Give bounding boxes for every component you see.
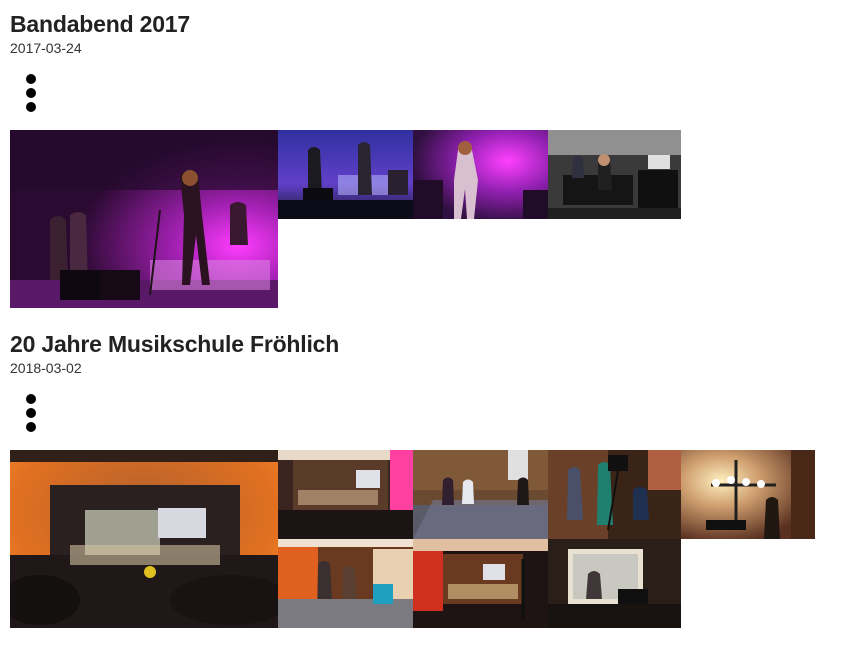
menu-dot: [26, 394, 36, 404]
concert-photo-image: [548, 130, 681, 219]
concert-photo-image: [413, 539, 548, 628]
menu-dot: [26, 422, 36, 432]
photo-thumbnail[interactable]: [413, 539, 548, 628]
concert-photo-image: [10, 450, 278, 628]
concert-photo-image: [413, 450, 548, 539]
album-title: 20 Jahre Musikschule Fröhlich: [10, 331, 340, 357]
more-vert-icon[interactable]: [19, 73, 43, 113]
concert-photo-image: [681, 450, 815, 539]
album-date: 2017-03-24: [10, 40, 82, 56]
menu-dot: [26, 74, 36, 84]
concert-photo-image: [10, 130, 278, 308]
concert-photo-image: [278, 539, 413, 628]
album-title: Bandabend 2017: [10, 11, 190, 37]
album-header: Bandabend 2017 2017-03-24: [10, 10, 190, 56]
more-vert-icon[interactable]: [19, 393, 43, 433]
photo-thumbnail[interactable]: [278, 130, 413, 219]
concert-photo-image: [278, 130, 413, 219]
photo-thumbnail[interactable]: [548, 130, 681, 219]
menu-dot: [26, 102, 36, 112]
photo-thumbnail[interactable]: [10, 130, 278, 308]
album-header: 20 Jahre Musikschule Fröhlich 2018-03-02: [10, 330, 339, 376]
photo-thumbnail[interactable]: [413, 130, 548, 219]
concert-photo-image: [278, 450, 413, 539]
photo-thumbnail[interactable]: [413, 450, 548, 539]
photo-thumbnail[interactable]: [548, 539, 681, 628]
photo-thumbnail[interactable]: [278, 539, 413, 628]
photo-thumbnail[interactable]: [681, 450, 815, 539]
photo-thumbnail[interactable]: [548, 450, 681, 539]
photo-thumbnail[interactable]: [10, 450, 278, 628]
album-date: 2018-03-02: [10, 360, 82, 376]
menu-dot: [26, 408, 36, 418]
photo-thumbnail[interactable]: [278, 450, 413, 539]
concert-photo-image: [548, 450, 681, 539]
menu-dot: [26, 88, 36, 98]
concert-photo-image: [413, 130, 548, 219]
concert-photo-image: [548, 539, 681, 628]
